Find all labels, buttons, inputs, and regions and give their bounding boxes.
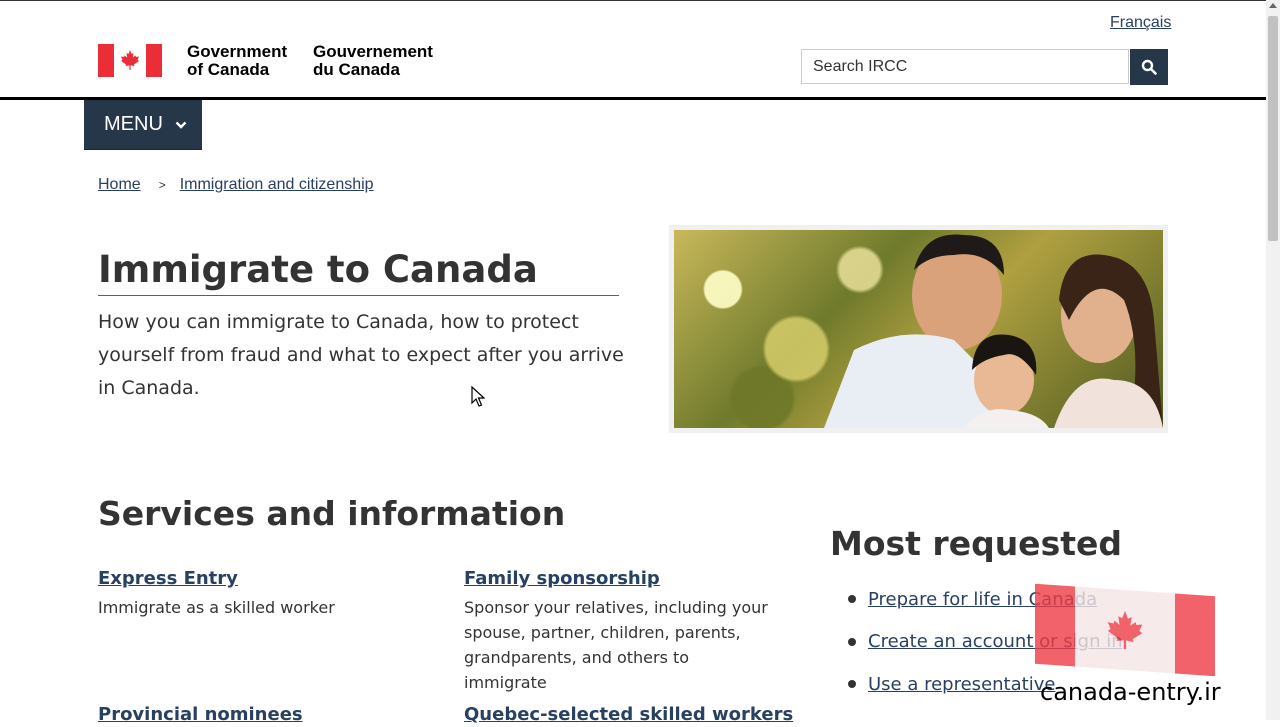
family-sponsorship-desc: Sponsor your relatives, including your s… — [464, 598, 768, 692]
wordmark-english: Government of Canada — [187, 42, 288, 79]
breadcrumb-home-link[interactable]: Home — [98, 176, 141, 194]
scrollbar-thumb[interactable] — [1268, 16, 1278, 241]
use-representative-link[interactable]: Use a representative — [868, 674, 1055, 695]
service-quebec-skilled-workers: Quebec-selected skilled workers — [464, 703, 804, 727]
hero-image-frame — [669, 225, 1168, 433]
page-title: Immigrate to Canada — [98, 248, 538, 291]
breadcrumb: Home > Immigration and citizenship — [98, 176, 374, 194]
title-underline — [98, 295, 619, 296]
bullet-icon — [848, 637, 856, 646]
quebec-skilled-workers-link[interactable]: Quebec-selected skilled workers — [464, 703, 804, 727]
services-heading: Services and information — [98, 494, 566, 533]
government-of-canada-logo[interactable]: Government of Canada Gouvernement du Can… — [98, 43, 433, 79]
menu-label: MENU — [104, 113, 163, 135]
express-entry-link[interactable]: Express Entry — [98, 567, 418, 591]
wordmark-french: Gouvernement du Canada — [313, 42, 433, 79]
list-item: Prepare for life in Canada — [848, 578, 1123, 621]
express-entry-desc: Immigrate as a skilled worker — [98, 598, 335, 617]
list-item: Use a representative — [848, 663, 1123, 706]
vertical-scrollbar[interactable] — [1266, 0, 1280, 720]
prepare-for-life-link[interactable]: Prepare for life in Canada — [868, 589, 1097, 610]
menu-button[interactable]: MENU — [84, 100, 202, 150]
search-input[interactable] — [801, 49, 1129, 84]
provincial-nominees-link[interactable]: Provincial nominees — [98, 703, 418, 727]
create-account-link[interactable]: Create an account or sign in — [868, 631, 1123, 652]
page-intro: How you can immigrate to Canada, how to … — [98, 311, 624, 399]
canada-flag-icon — [98, 43, 162, 77]
most-requested-list: Prepare for life in Canada Create an acc… — [848, 578, 1123, 706]
mouse-cursor-icon — [471, 386, 485, 407]
search-button[interactable] — [1130, 49, 1168, 85]
search-icon — [1141, 59, 1157, 75]
bullet-icon — [848, 680, 856, 689]
family-photo — [674, 230, 1163, 428]
bullet-icon — [848, 595, 856, 604]
service-express-entry: Express Entry Immigrate as a skilled wor… — [98, 567, 418, 620]
language-toggle-link[interactable]: Français — [1110, 14, 1171, 32]
family-sponsorship-link[interactable]: Family sponsorship — [464, 567, 774, 591]
breadcrumb-separator: > — [158, 178, 166, 192]
scroll-up-arrow-icon[interactable] — [1269, 3, 1277, 8]
breadcrumb-immigration-link[interactable]: Immigration and citizenship — [180, 176, 374, 194]
list-item: Create an account or sign in — [848, 621, 1123, 664]
service-provincial-nominees: Provincial nominees — [98, 703, 418, 727]
site-header: Français Government of Canada Gouverneme… — [0, 0, 1266, 100]
most-requested-heading: Most requested — [830, 524, 1122, 563]
chevron-down-icon — [175, 120, 187, 130]
service-family-sponsorship: Family sponsorship Sponsor your relative… — [464, 567, 774, 695]
